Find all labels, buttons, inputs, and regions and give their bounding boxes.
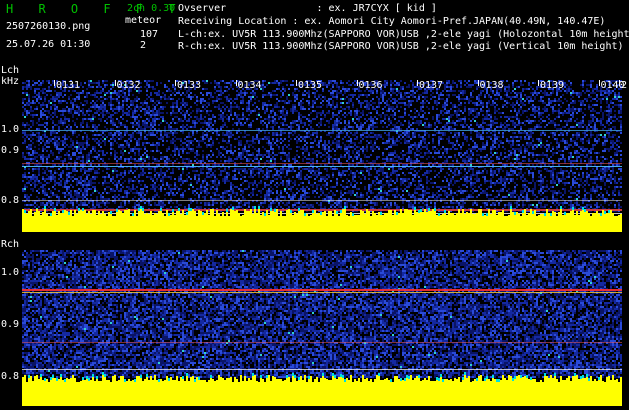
lch-spectrogram-canvas xyxy=(22,80,622,232)
time-tick-mark xyxy=(114,80,116,86)
rch-spectrogram-canvas xyxy=(22,250,622,406)
time-tick: 0136 xyxy=(359,81,383,91)
time-tick-mark xyxy=(417,80,418,86)
time-tick: 0132 xyxy=(117,81,141,91)
time-tick-mark xyxy=(477,80,479,86)
mode-label: 2ch 0.30 xyxy=(127,4,175,14)
rch-ytick-2: 0.9 xyxy=(1,320,19,330)
rch-ytick-3: 0.8 xyxy=(1,372,19,382)
lch-ytick-1: 1.0 xyxy=(1,125,19,135)
time-tick-mark xyxy=(619,80,620,86)
rch-spectrogram xyxy=(22,250,622,406)
datetime-label: 25.07.26 01:30 xyxy=(6,40,90,50)
location-line: Receiving Location : ex. Aomori City Aom… xyxy=(178,17,605,27)
rch-label: Rch xyxy=(1,240,19,250)
time-tick-mark xyxy=(235,80,237,86)
lch-spectrogram xyxy=(22,80,622,232)
time-tick: 0138 xyxy=(480,81,504,91)
time-tick-mark xyxy=(538,80,539,86)
khz-label: kHz xyxy=(1,77,19,87)
time-tick: 0133 xyxy=(177,81,201,91)
meteor-label: meteor xyxy=(125,16,161,26)
lch-label: Lch xyxy=(1,66,19,76)
lch-info-line: L-ch:ex. UV5R 113.900Mhz(SAPPORO VOR)USB… xyxy=(178,30,629,40)
time-tick: 0131 xyxy=(56,81,80,91)
time-tick: 2 xyxy=(621,81,627,91)
time-tick-mark xyxy=(54,80,55,86)
meteor-count-l: 107 xyxy=(140,30,158,40)
time-tick: 0135 xyxy=(298,81,322,91)
lch-ytick-2: 0.9 xyxy=(1,146,19,156)
observer-line: Ovserver : ex. JR7CYX [ kid ] xyxy=(178,4,437,14)
meteor-count-r: 2 xyxy=(140,41,146,51)
time-tick: 0134 xyxy=(238,81,262,91)
filename-label: 2507260130.png xyxy=(6,22,90,32)
rch-info-line: R-ch:ex. UV5R 113.900Mhz(SAPPORO VOR)USB… xyxy=(178,42,624,52)
time-tick-mark xyxy=(296,80,297,86)
time-tick-mark xyxy=(175,80,176,86)
time-tick-mark xyxy=(356,80,358,86)
time-tick-mark xyxy=(598,80,600,86)
rch-ytick-1: 1.0 xyxy=(1,268,19,278)
time-tick: 0139 xyxy=(540,81,564,91)
time-tick: 0137 xyxy=(419,81,443,91)
lch-ytick-3: 0.8 xyxy=(1,196,19,206)
